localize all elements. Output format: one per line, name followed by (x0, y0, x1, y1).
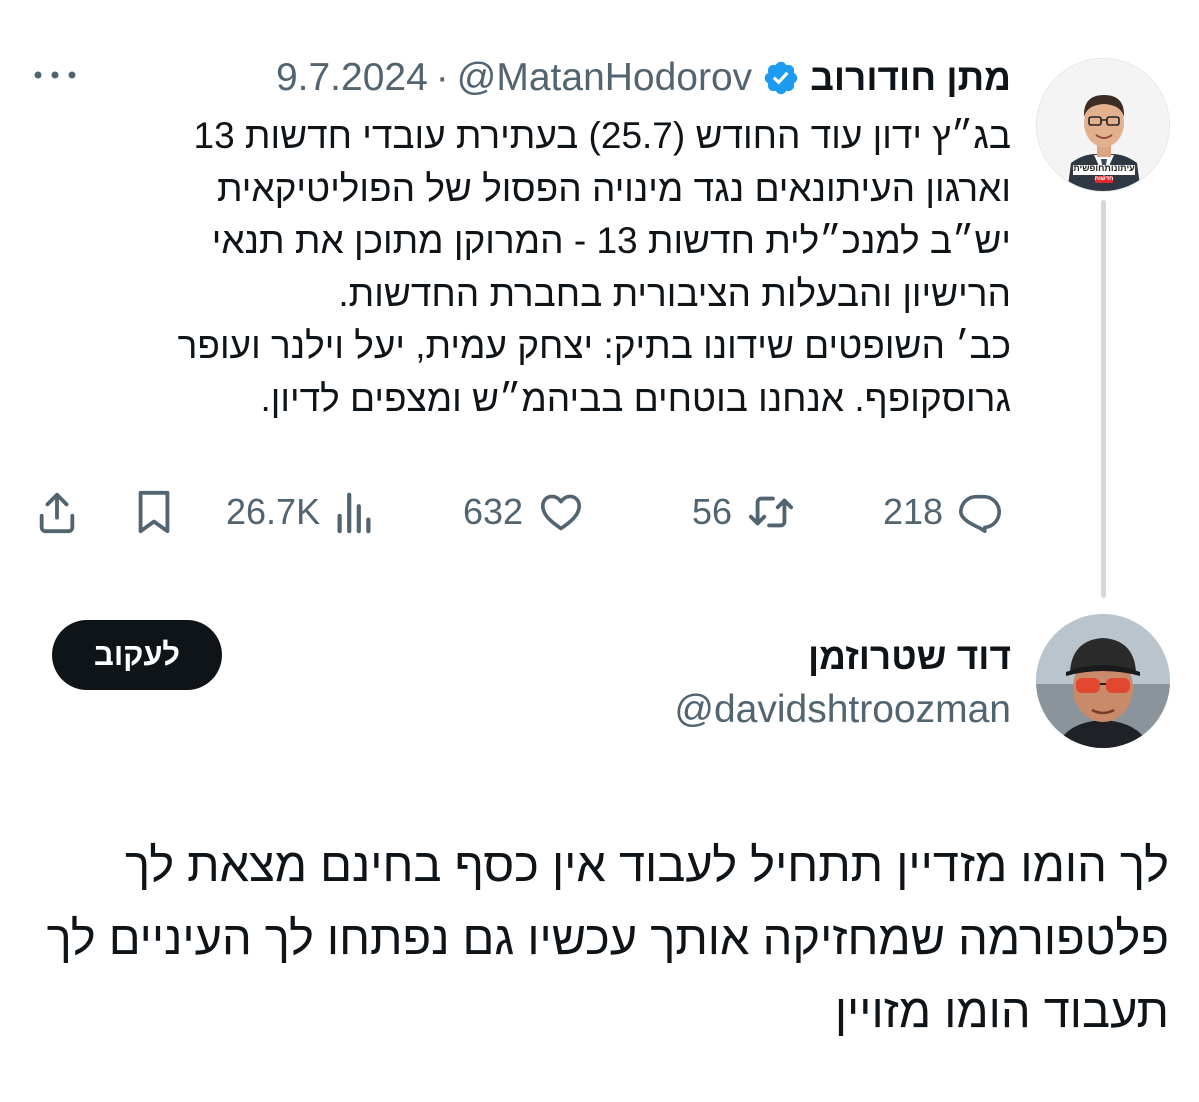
bookmark-icon (133, 489, 175, 535)
tweet-body-line: גרוסקופף. אנחנו בוטחים בביהמ״ש ומצפים לד… (260, 377, 1012, 419)
reply-author-name[interactable]: דוד שטרוזמן (808, 636, 1011, 678)
avatar-badge-sub: חדשות (1094, 176, 1114, 182)
reply-body-line: לך הומו מזדיין תתחיל לעבוד אין כסף בחינם… (125, 838, 1169, 891)
author-handle[interactable]: @MatanHodorov (457, 56, 752, 100)
reply-body: לך הומו מזדיין תתחיל לעבוד אין כסף בחינם… (46, 828, 1169, 1047)
share-icon (34, 489, 80, 535)
tweet-body: בג״ץ ידון עוד החודש (25.7) בעתירת עובדי … (51, 110, 1011, 425)
tweet-body-line: הרישיון והבעלות הציבורית בחברת החדשות. (338, 272, 1011, 314)
tweet-body-line: יש״ב למנכ״לית חדשות 13 - המרוקן מתוכן את… (211, 220, 1011, 261)
views-button[interactable]: 26.7K (226, 482, 374, 542)
thread-connector-line (1101, 200, 1106, 598)
reply-author-avatar-image (1036, 614, 1170, 748)
tweet-body-line: כב׳ השופטים שידונו בתיק: יצחק עמית, יעל … (177, 325, 1011, 366)
bookmark-button[interactable] (133, 482, 175, 542)
retweet-count: 56 (692, 491, 733, 532)
views-icon (334, 489, 374, 535)
avatar-badge-text: עיתונותחופשית (1073, 163, 1135, 173)
more-dots-icon[interactable] (30, 60, 80, 90)
tweet-body-line: וארגון העיתונאים נגד מינויה הפסול של הפו… (216, 167, 1011, 209)
reply-body-line: פלטפורמה שמחזיקה אותך עכשיו גם נפתחו לך … (46, 911, 1169, 964)
reply-icon (957, 489, 1003, 535)
reply-button[interactable]: 218 (883, 482, 1003, 542)
reply-body-line: תעבוד הומו מזויין (834, 984, 1169, 1037)
reply-count: 218 (883, 491, 944, 532)
like-button[interactable]: 632 (463, 482, 585, 542)
retweet-icon (746, 489, 796, 535)
heart-icon (537, 489, 585, 535)
views-count: 26.7K (226, 491, 321, 532)
retweet-button[interactable]: 56 (692, 482, 796, 542)
tweet-body-line: בג״ץ ידון עוד החודש (25.7) בעתירת עובדי … (193, 115, 1012, 156)
tweet-date[interactable]: 9.7.2024 (276, 56, 428, 100)
like-count: 632 (463, 491, 524, 532)
tweet-actions-bar: 218 56 632 26.7K (28, 482, 1013, 542)
tweet-header: מתן חודורוב @MatanHodorov · 9.7.2024 (276, 52, 1011, 104)
reply-author-avatar[interactable] (1036, 614, 1170, 748)
verified-badge-icon (762, 59, 800, 97)
share-button[interactable] (34, 482, 80, 542)
follow-button[interactable]: לעקוב (52, 620, 222, 690)
reply-author-handle[interactable]: @davidshtroozman (674, 688, 1011, 732)
author-name[interactable]: מתן חודורוב (810, 57, 1011, 99)
separator-dot: · (435, 56, 449, 99)
